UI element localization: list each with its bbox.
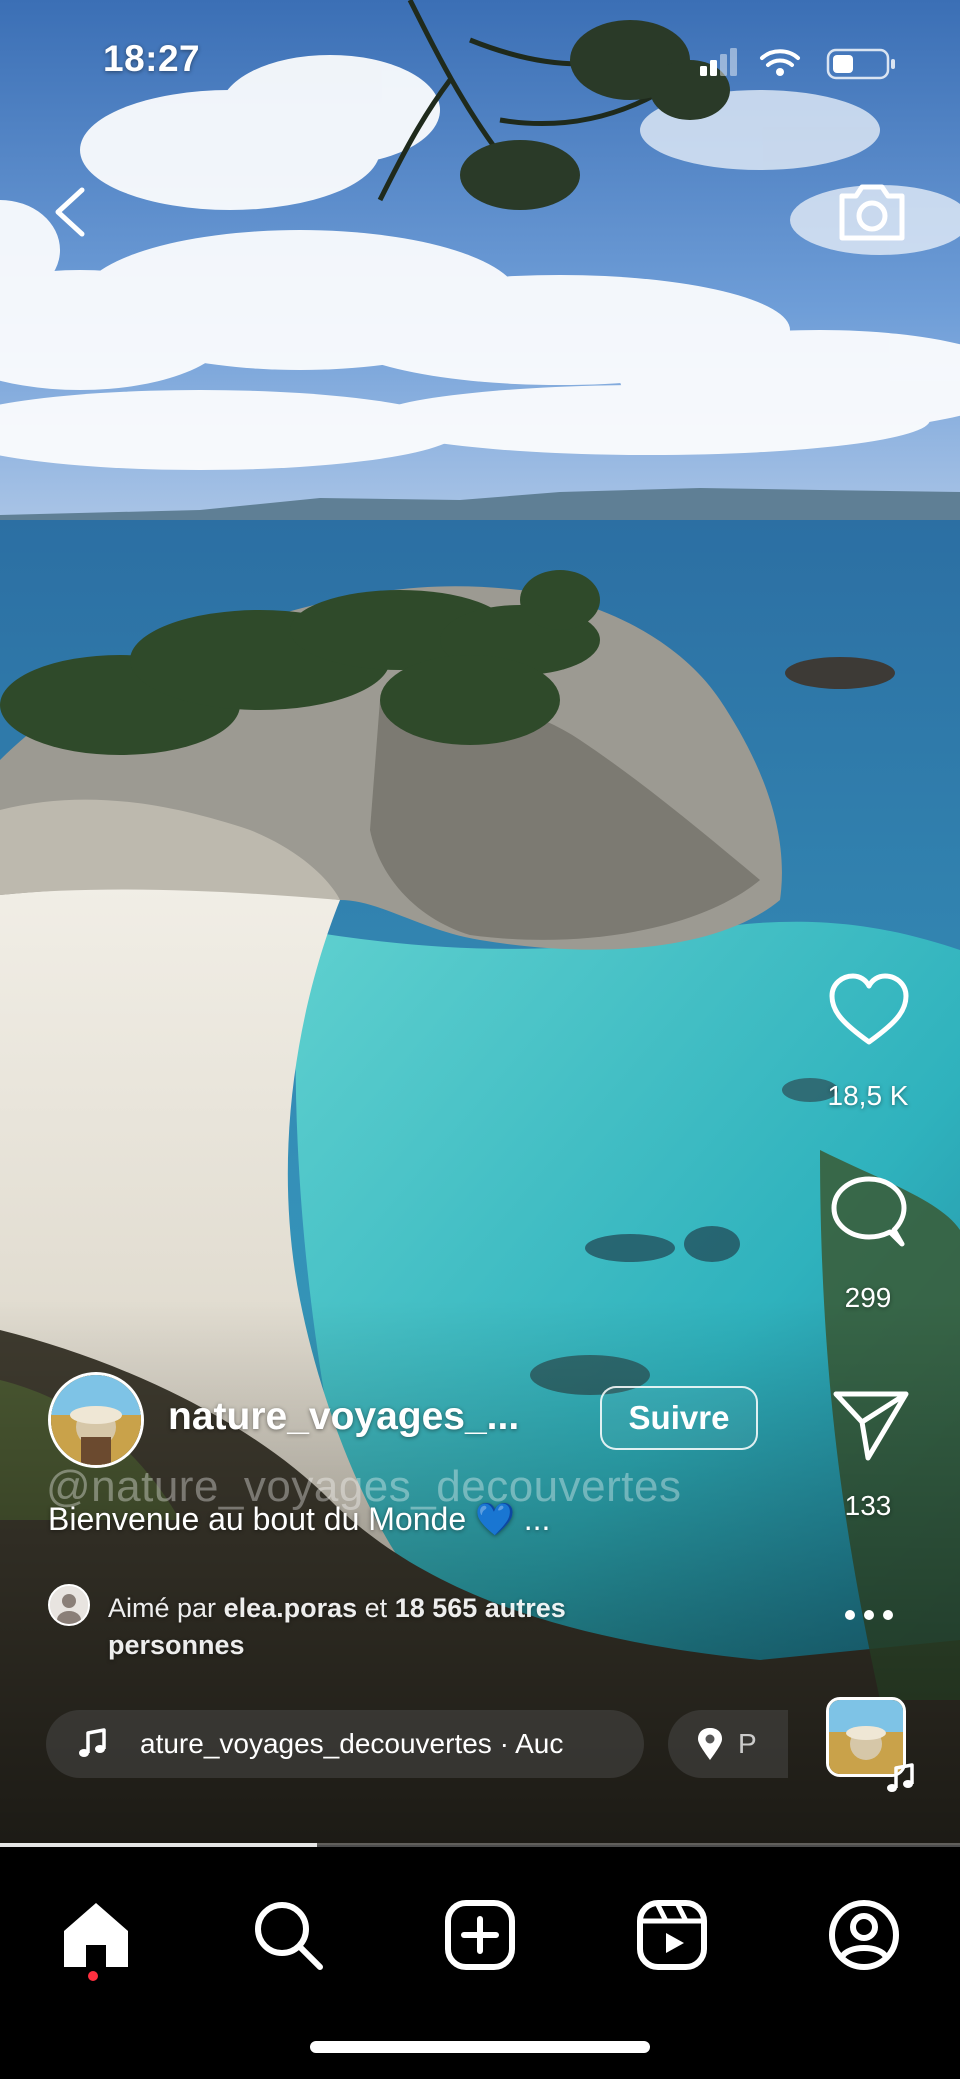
nav-home[interactable] bbox=[56, 1895, 136, 1975]
liked-by-avatar bbox=[48, 1584, 90, 1626]
audio-pill[interactable]: ature_voyages_decouvertes · Auc bbox=[46, 1710, 644, 1778]
comment-count: 299 bbox=[844, 1282, 892, 1313]
liked-by-text[interactable]: Aimé par elea.poras et 18 565 autres per… bbox=[108, 1590, 668, 1664]
author-username[interactable]: nature_voyages_... bbox=[168, 1395, 519, 1439]
notification-dot bbox=[88, 1971, 98, 1981]
bottom-nav bbox=[0, 1847, 960, 2079]
music-note-small-icon bbox=[887, 1763, 914, 1792]
location-pill[interactable]: P bbox=[668, 1710, 788, 1778]
create-post-icon bbox=[445, 1900, 515, 1970]
back-button[interactable] bbox=[46, 182, 96, 242]
liked-joiner: et bbox=[364, 1593, 388, 1623]
nav-create[interactable] bbox=[440, 1895, 520, 1975]
landscape-image bbox=[0, 0, 960, 1845]
more-button[interactable] bbox=[838, 1600, 900, 1630]
profile-icon bbox=[829, 1900, 899, 1970]
battery-icon bbox=[826, 48, 895, 80]
location-pin-icon bbox=[698, 1728, 722, 1760]
like-button[interactable] bbox=[824, 966, 914, 1056]
comment-button[interactable] bbox=[824, 1170, 914, 1260]
share-button[interactable] bbox=[824, 1382, 914, 1472]
search-icon bbox=[255, 1902, 323, 1970]
reel-video[interactable] bbox=[0, 0, 960, 1845]
author-avatar[interactable] bbox=[48, 1372, 144, 1468]
share-count: 133 bbox=[844, 1490, 892, 1521]
location-text: P bbox=[738, 1728, 757, 1759]
post-caption[interactable]: Bienvenue au bout du Monde 💙 ... bbox=[48, 1500, 550, 1538]
liked-user[interactable]: elea.poras bbox=[224, 1593, 358, 1623]
more-icon bbox=[845, 1610, 893, 1620]
status-icons bbox=[700, 44, 900, 80]
wifi-icon bbox=[760, 49, 800, 67]
liked-prefix: Aimé par bbox=[108, 1593, 217, 1623]
nav-reels[interactable] bbox=[632, 1895, 712, 1975]
camera-button[interactable] bbox=[834, 176, 910, 246]
chevron-left-icon bbox=[55, 187, 85, 237]
comment-icon bbox=[831, 1176, 907, 1247]
send-icon bbox=[833, 1391, 909, 1461]
reels-icon bbox=[637, 1900, 707, 1970]
follow-button[interactable]: Suivre bbox=[600, 1386, 758, 1450]
music-note-icon bbox=[79, 1728, 106, 1757]
audio-track-name: ature_voyages_decouvertes · Auc bbox=[140, 1728, 564, 1759]
camera-icon bbox=[839, 184, 905, 241]
home-icon bbox=[64, 1903, 128, 1967]
nav-profile[interactable] bbox=[824, 1895, 904, 1975]
nav-search[interactable] bbox=[248, 1895, 328, 1975]
reel-screen: 18:27 18,5 K 299 133 nature_voyages_... … bbox=[0, 0, 960, 2079]
like-count: 18,5 K bbox=[827, 1080, 909, 1111]
status-time: 18:27 bbox=[103, 38, 201, 79]
signal-icon bbox=[700, 48, 737, 76]
heart-icon bbox=[829, 973, 909, 1045]
home-indicator bbox=[310, 2041, 650, 2053]
